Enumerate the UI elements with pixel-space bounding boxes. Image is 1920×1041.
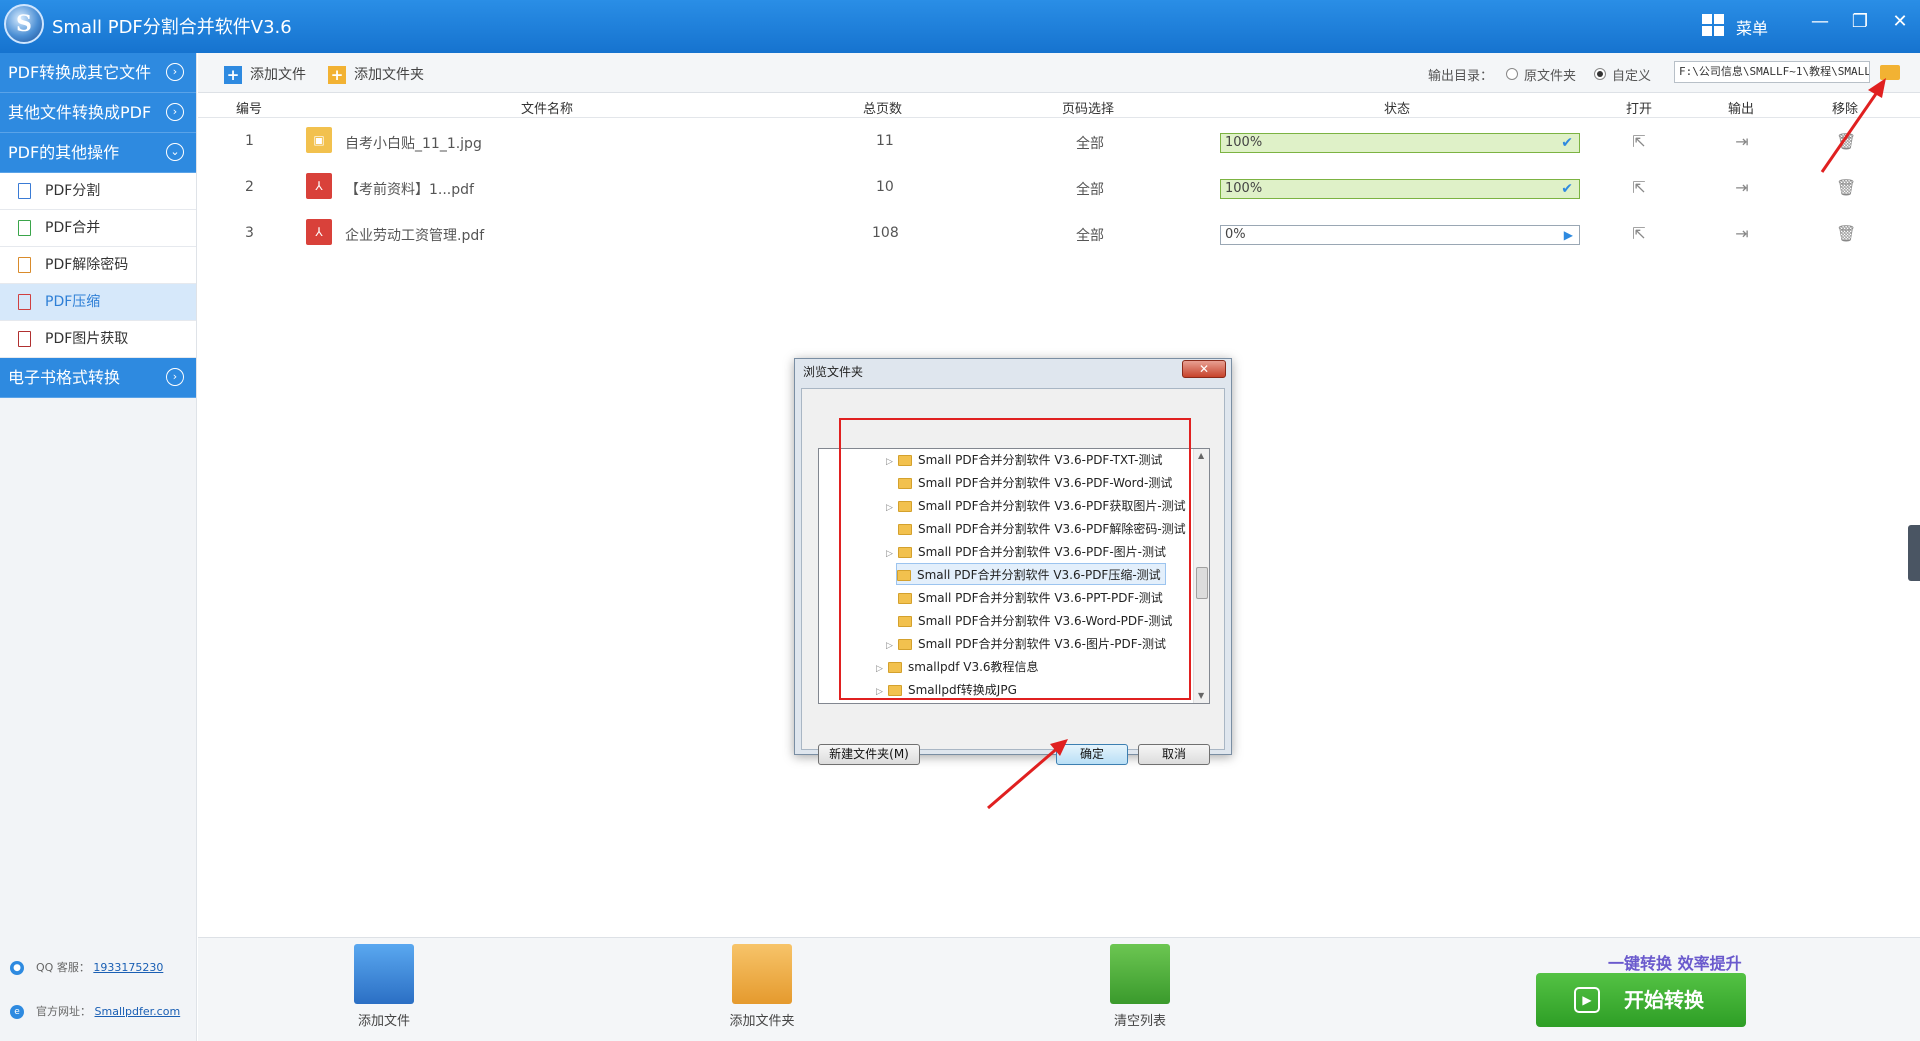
- annotation-arrow-to-folder: [1820, 87, 1882, 173]
- bottom-add-file-label: 添加文件: [357, 1014, 410, 1029]
- start-convert-button[interactable]: ▶ 开始转换: [1536, 973, 1746, 1027]
- broom-icon: [1110, 944, 1170, 1004]
- side-panel-handle[interactable]: [1908, 525, 1920, 581]
- arrowhead: [1868, 78, 1886, 98]
- bottom-bar: 添加文件 添加文件夹 清空列表 一键转换 效率提升 ▶ 开始转换: [198, 937, 1920, 1041]
- slogan-text: 一键转换 效率提升: [1608, 954, 1742, 973]
- clear-list-button[interactable]: 清空列表: [1080, 944, 1200, 1029]
- annotation-arrow-to-ok: [987, 744, 1061, 810]
- annotation-arrows: [987, 78, 1886, 810]
- add-file-icon: [354, 944, 414, 1004]
- add-folder-icon: [732, 944, 792, 1004]
- start-convert-label: 开始转换: [1624, 988, 1704, 1012]
- play-icon: ▶: [1574, 987, 1600, 1013]
- clear-list-label: 清空列表: [1113, 1014, 1166, 1029]
- bottom-add-file-button[interactable]: 添加文件: [324, 944, 444, 1029]
- bottom-add-folder-button[interactable]: 添加文件夹: [702, 944, 822, 1029]
- bottom-add-folder-label: 添加文件夹: [729, 1014, 795, 1029]
